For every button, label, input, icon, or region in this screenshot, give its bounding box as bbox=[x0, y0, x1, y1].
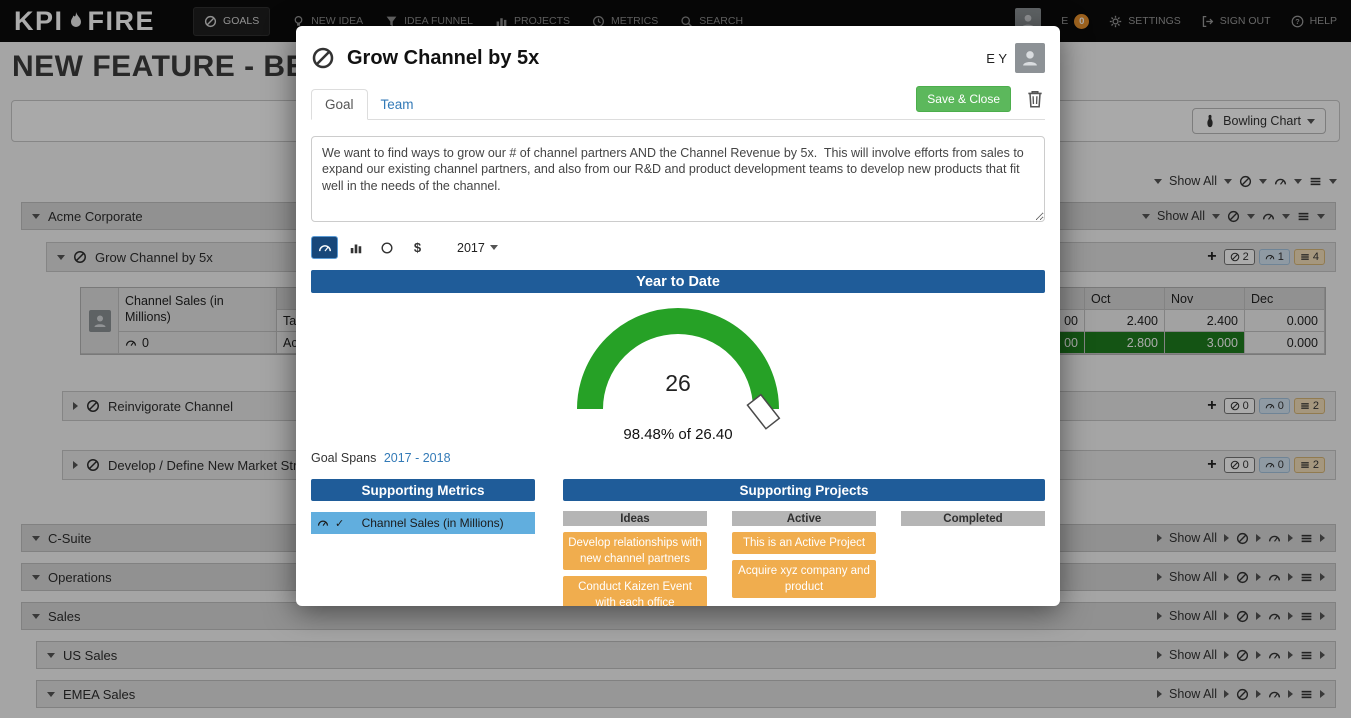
supporting-metrics-panel: Supporting Metrics ✓ Channel Sales (in M… bbox=[311, 479, 535, 606]
gauge-chart: 26 bbox=[577, 308, 781, 430]
bar-chart-icon bbox=[349, 241, 363, 255]
supporting-metrics-header: Supporting Metrics bbox=[311, 479, 535, 501]
modal-title: Grow Channel by 5x bbox=[347, 46, 540, 69]
caret-down-icon bbox=[489, 245, 498, 250]
check-icon: ✓ bbox=[335, 517, 345, 530]
dollar-view-button[interactable]: $ bbox=[404, 236, 431, 259]
goal-gauge: 26 98.48% of 26.40 bbox=[311, 295, 1045, 443]
owner-avatar[interactable] bbox=[1015, 43, 1045, 73]
modal-actions: Save & Close bbox=[916, 86, 1045, 112]
person-icon bbox=[1020, 48, 1040, 68]
active-column: Active This is an Active Project Acquire… bbox=[732, 511, 876, 606]
modal-header: Grow Channel by 5x E Y bbox=[311, 40, 1045, 76]
gauge-caption: 98.48% of 26.40 bbox=[623, 426, 733, 443]
goal-detail-modal: Grow Channel by 5x E Y Goal Team Save & … bbox=[296, 26, 1060, 606]
save-close-button[interactable]: Save & Close bbox=[916, 86, 1011, 112]
goal-spans-link[interactable]: 2017 - 2018 bbox=[384, 451, 451, 465]
metric-item-label: Channel Sales (in Millions) bbox=[361, 516, 504, 530]
idea-card[interactable]: Conduct Kaizen Event with each office bbox=[563, 576, 707, 606]
active-column-header: Active bbox=[732, 511, 876, 526]
tab-bar: Goal Team Save & Close bbox=[311, 86, 1045, 120]
goal-spans-label: Goal Spans bbox=[311, 451, 377, 465]
gauge-icon bbox=[317, 517, 329, 529]
metric-item[interactable]: ✓ Channel Sales (in Millions) bbox=[311, 512, 535, 534]
goal-description-input[interactable]: We want to find ways to grow our # of ch… bbox=[311, 136, 1045, 222]
tab-team[interactable]: Team bbox=[368, 90, 427, 119]
completed-column: Completed bbox=[901, 511, 1045, 606]
gauge-view-button[interactable] bbox=[311, 236, 338, 259]
ideas-column-header: Ideas bbox=[563, 511, 707, 526]
supporting-projects-header: Supporting Projects bbox=[563, 479, 1045, 501]
ideas-column: Ideas Develop relationships with new cha… bbox=[563, 511, 707, 606]
trash-icon[interactable] bbox=[1025, 89, 1045, 109]
goal-icon bbox=[311, 46, 335, 70]
tab-goal[interactable]: Goal bbox=[311, 89, 368, 120]
completed-column-header: Completed bbox=[901, 511, 1045, 526]
year-to-date-header: Year to Date bbox=[311, 270, 1045, 293]
gauge-icon bbox=[318, 241, 332, 255]
modal-bottom: Supporting Metrics ✓ Channel Sales (in M… bbox=[311, 479, 1045, 606]
supporting-projects-panel: Supporting Projects Ideas Develop relati… bbox=[563, 479, 1045, 606]
project-columns: Ideas Develop relationships with new cha… bbox=[563, 511, 1045, 606]
year-dropdown[interactable]: 2017 bbox=[457, 241, 498, 255]
view-toolbar: $ 2017 bbox=[311, 236, 1045, 259]
idea-card[interactable]: Develop relationships with new channel p… bbox=[563, 532, 707, 571]
bar-chart-view-button[interactable] bbox=[342, 236, 369, 259]
owner-area: E Y bbox=[986, 43, 1045, 73]
dollar-icon: $ bbox=[413, 240, 422, 255]
project-card[interactable]: Acquire xyz company and product bbox=[732, 560, 876, 599]
owner-initials: E Y bbox=[986, 50, 1007, 66]
year-value: 2017 bbox=[457, 240, 485, 255]
project-card[interactable]: This is an Active Project bbox=[732, 532, 876, 555]
circle-view-button[interactable] bbox=[373, 236, 400, 259]
gauge-value: 26 bbox=[665, 370, 691, 396]
goal-spans: Goal Spans 2017 - 2018 bbox=[311, 451, 1045, 465]
circle-icon bbox=[380, 241, 394, 255]
